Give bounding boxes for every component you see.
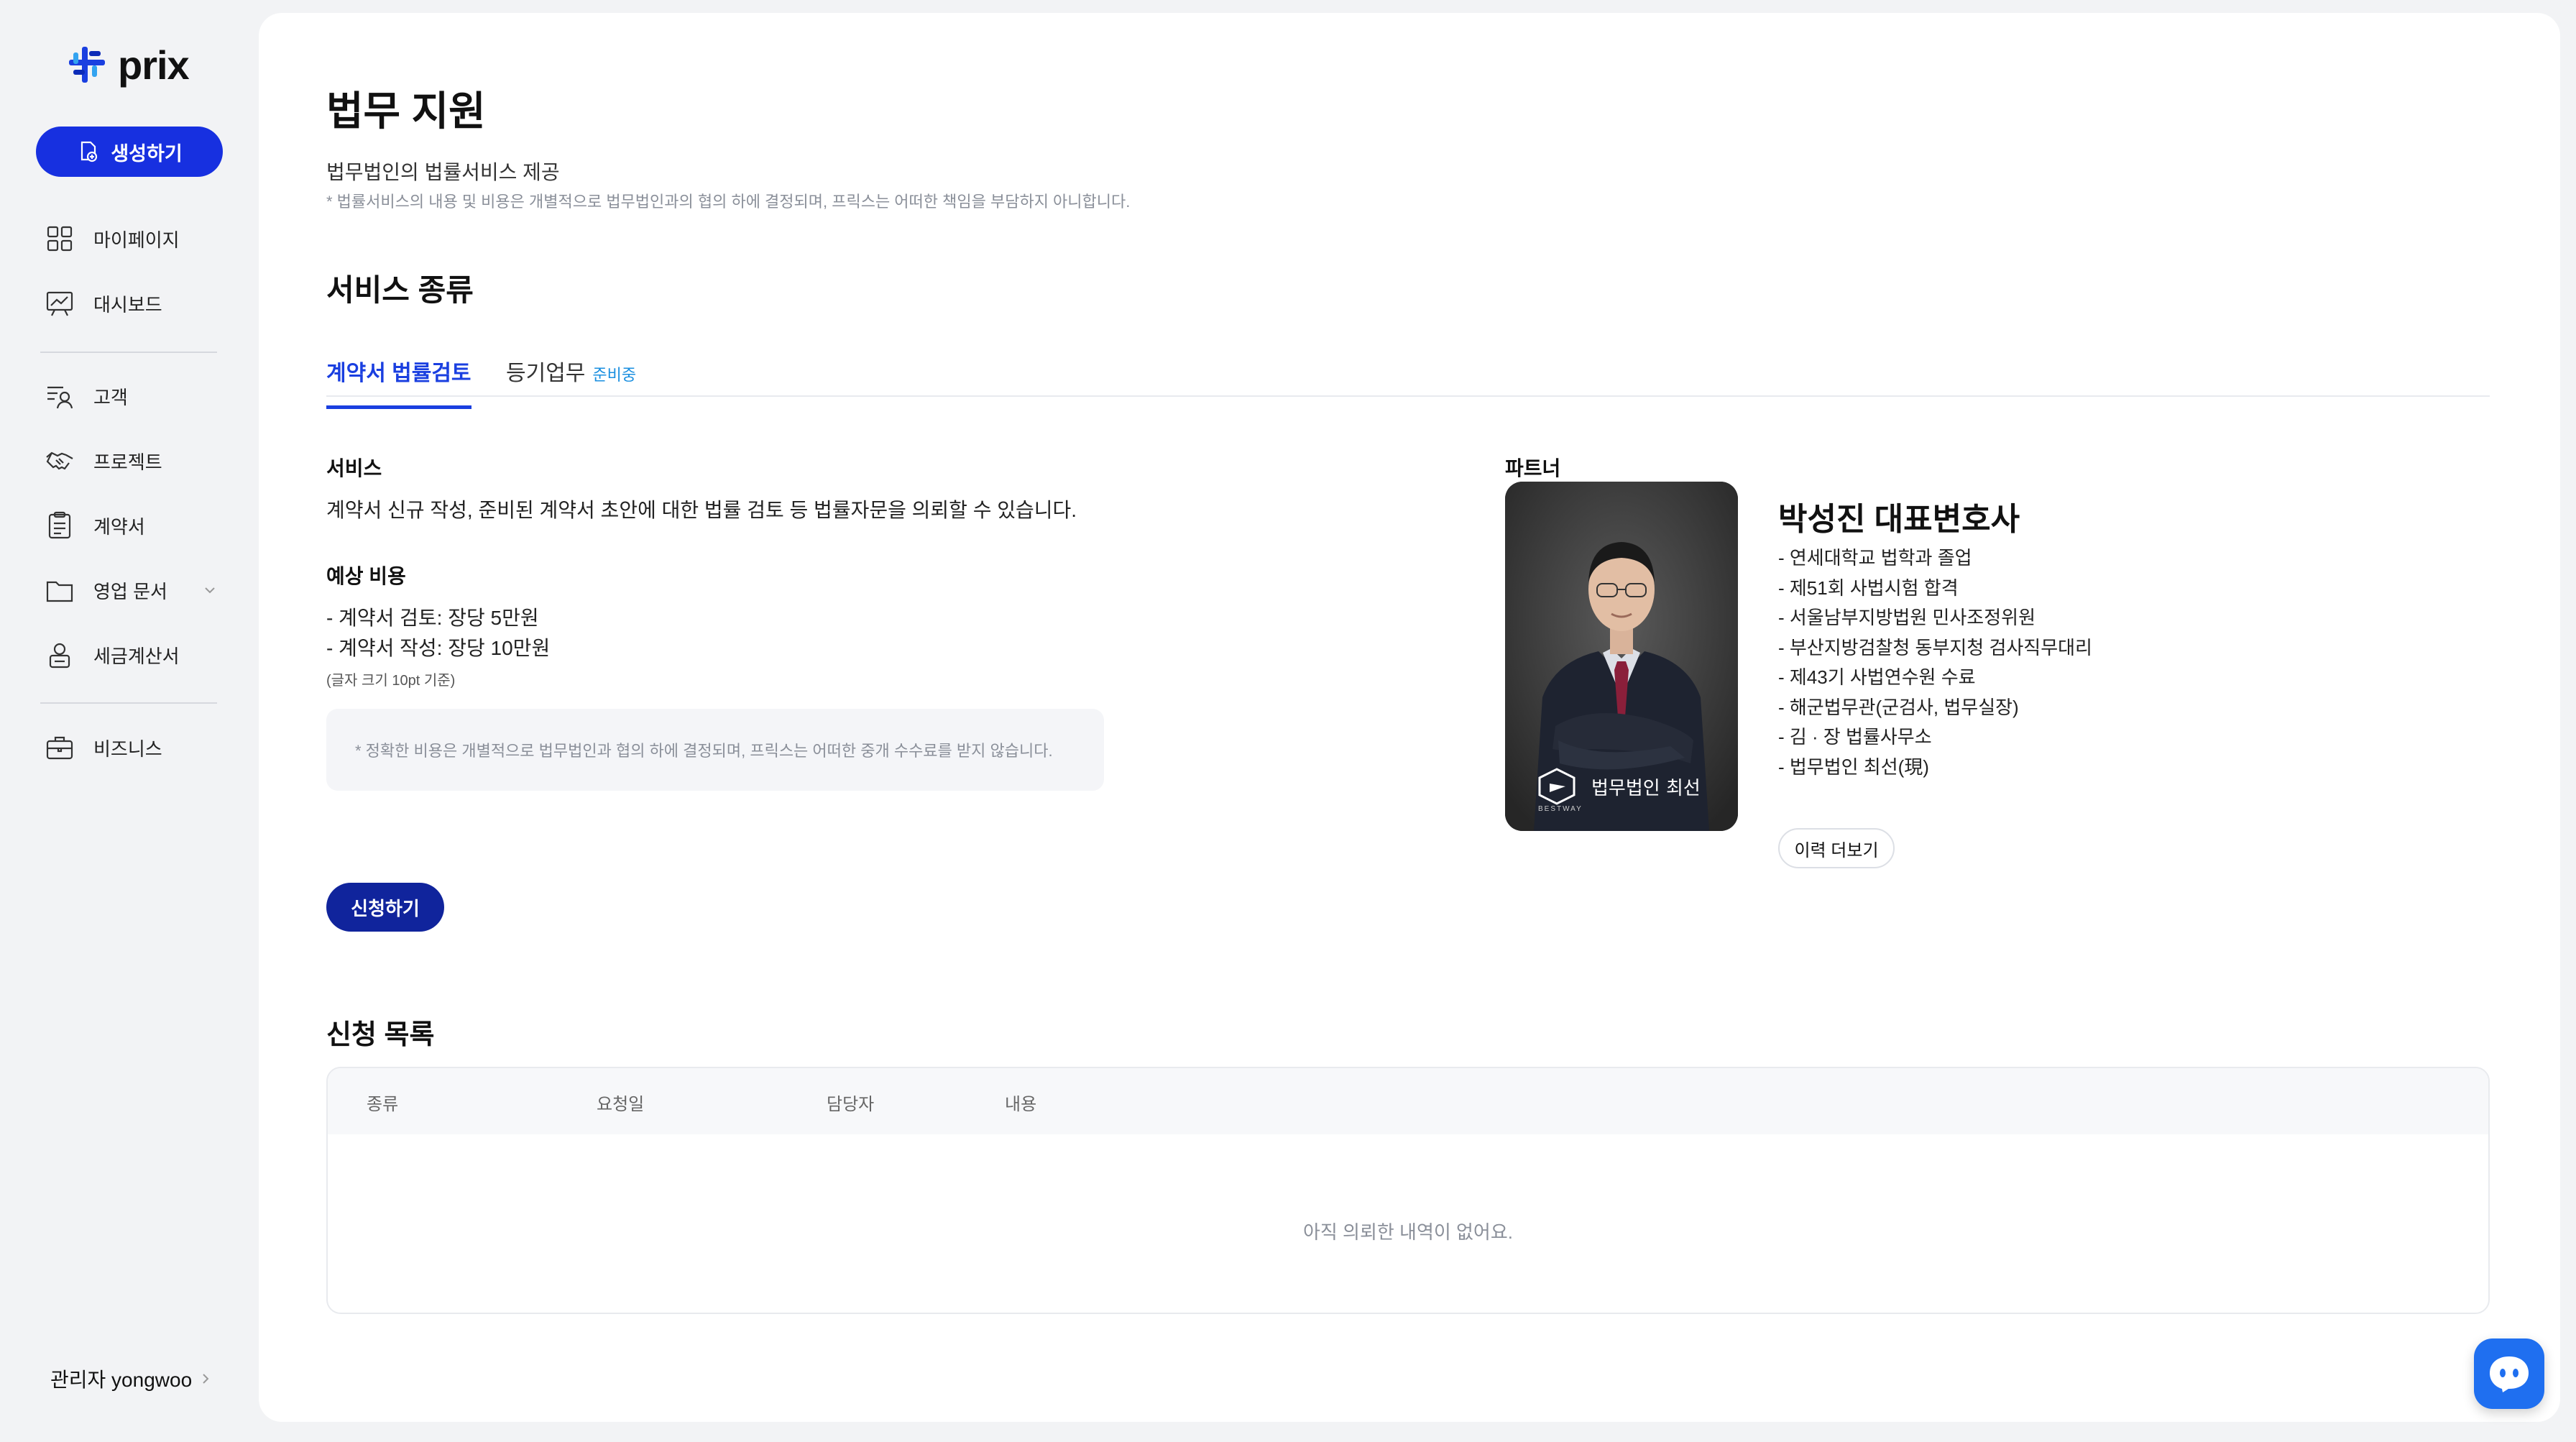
career-item: - 제43기 사법연수원 수료 (1778, 666, 1976, 688)
partner-name: 박성진 대표변호사 (1778, 502, 2020, 537)
sidebar-divider (40, 702, 217, 704)
sidebar-item-tax-invoice[interactable]: 세금계산서 (45, 637, 180, 673)
chart-board-icon (46, 291, 73, 316)
sidebar-item-dashboard[interactable]: 대시보드 (45, 285, 162, 321)
column-header-content: 내용 (1005, 1095, 1037, 1114)
cost-label: 예상 비용 (326, 565, 406, 587)
create-button-label: 생성하기 (111, 142, 183, 165)
chevron-down-icon[interactable] (201, 582, 218, 599)
sidebar-item-label: 영업 문서 (93, 580, 167, 602)
sidebar-item-label: 계약서 (93, 515, 145, 538)
partner-career-list: - 연세대학교 법학과 졸업 - 제51회 사법시험 합격 - 서울남부지방법원… (1778, 543, 2092, 782)
applications-table: 종류 요청일 담당자 내용 아직 의뢰한 내역이 없어요. (326, 1067, 2490, 1314)
sidebar-item-customers[interactable]: 고객 (45, 378, 128, 414)
service-types-title: 서비스 종류 (326, 273, 474, 307)
sidebar-divider (40, 352, 217, 353)
service-label: 서비스 (326, 457, 382, 479)
column-header-type: 종류 (367, 1095, 399, 1114)
chat-support-button[interactable] (2474, 1338, 2544, 1409)
sidebar-item-label: 비즈니스 (93, 738, 162, 760)
career-item: - 서울남부지방법원 민사조정위원 (1778, 607, 2036, 628)
partner-label: 파트너 (1505, 457, 1561, 479)
new-document-icon (81, 141, 98, 162)
apply-button[interactable]: 신청하기 (326, 883, 444, 932)
page-disclaimer: * 법률서비스의 내용 및 비용은 개별적으로 법무법인과의 협의 하에 결정되… (326, 193, 1131, 211)
tabs-divider (326, 395, 2490, 397)
empty-state-text: 아직 의뢰한 내역이 없어요. (1302, 1221, 1513, 1243)
chat-bubble-icon (2490, 1356, 2529, 1392)
career-item: - 부산지방검찰청 동부지청 검사직무대리 (1778, 636, 2092, 658)
service-description: 계약서 신규 작성, 준비된 계약서 초안에 대한 법률 검토 등 법률자문을 … (326, 499, 1077, 521)
partner-photo: 법무법인 최선 BESTWAY (1505, 482, 1738, 831)
fee-notice-box: * 정확한 비용은 개별적으로 법무법인과 협의 하에 결정되며, 프릭스는 어… (326, 709, 1104, 791)
career-item: - 법무법인 최선(現) (1778, 756, 1929, 778)
sidebar-item-label: 프로젝트 (93, 451, 162, 473)
cost-note: (글자 크기 10pt 기준) (326, 673, 456, 689)
logo[interactable]: prix (66, 42, 190, 88)
sidebar-item-label: 고객 (93, 386, 128, 408)
photo-mark: BESTWAY (1538, 805, 1583, 813)
sidebar-item-label: 대시보드 (93, 293, 162, 316)
coming-soon-badge: 준비중 (592, 366, 637, 384)
page-subtitle: 법무법인의 법률서비스 제공 (326, 161, 560, 183)
tax-invoice-icon (49, 643, 70, 669)
table-header: 종류 요청일 담당자 내용 (328, 1068, 2488, 1134)
career-item: - 연세대학교 법학과 졸업 (1778, 547, 1972, 569)
sidebar-item-sales-docs[interactable]: 영업 문서 (45, 572, 224, 608)
handshake-icon (46, 451, 73, 470)
sidebar-item-label: 세금계산서 (93, 645, 180, 667)
logo-text: prix (118, 42, 190, 88)
customer-list-icon (47, 386, 73, 409)
sidebar-item-mypage[interactable]: 마이페이지 (45, 221, 180, 257)
create-button[interactable]: 생성하기 (36, 127, 223, 177)
chevron-right-icon (203, 1374, 209, 1384)
sidebar: prix 생성하기 마이페이지 대시보드 고객 프로젝트 계약서 영업 문서 세… (0, 0, 259, 1442)
tab-contract-review[interactable]: 계약서 법률검토 (326, 355, 472, 409)
cost-line-writing: - 계약서 작성: 장당 10만원 (326, 637, 551, 659)
folder-icon (46, 581, 73, 602)
applications-title: 신청 목록 (326, 1020, 435, 1050)
column-header-request-date: 요청일 (597, 1095, 645, 1114)
admin-profile-link[interactable]: 관리자 yongwoo (50, 1364, 212, 1393)
career-item: - 김 · 장 법률사무소 (1778, 726, 1932, 748)
page-title: 법무 지원 (326, 88, 486, 134)
career-item: - 제51회 사법시험 합격 (1778, 577, 1959, 599)
sidebar-item-contracts[interactable]: 계약서 (45, 508, 145, 543)
sidebar-item-projects[interactable]: 프로젝트 (45, 443, 162, 479)
main-panel: 법무 지원 법무법인의 법률서비스 제공 * 법률서비스의 내용 및 비용은 개… (259, 13, 2560, 1422)
clipboard-icon (48, 511, 71, 539)
tab-registration[interactable]: 등기업무 준비중 (506, 355, 636, 387)
fee-notice-text: * 정확한 비용은 개별적으로 법무법인과 협의 하에 결정되며, 프릭스는 어… (355, 742, 1053, 760)
career-item: - 해군법무관(군검사, 법무실장) (1778, 696, 2019, 718)
sidebar-item-label: 마이페이지 (93, 229, 180, 251)
more-career-button[interactable]: 이력 더보기 (1778, 828, 1895, 868)
admin-label: 관리자 yongwoo (50, 1369, 193, 1391)
grid-icon (47, 226, 73, 252)
column-header-assignee: 담당자 (827, 1095, 875, 1114)
cost-line-review: - 계약서 검토: 장당 5만원 (326, 607, 539, 629)
prix-logo-icon (69, 47, 105, 83)
briefcase-icon (46, 736, 73, 760)
photo-caption: 법무법인 최선 (1591, 778, 1701, 799)
sidebar-item-business[interactable]: 비즈니스 (45, 730, 162, 766)
tab-label: 등기업무 (506, 362, 586, 385)
